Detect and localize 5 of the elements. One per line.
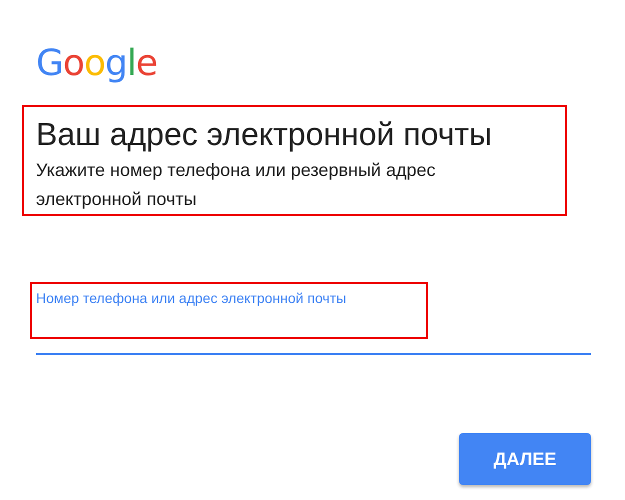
next-button[interactable]: ДАЛЕЕ <box>459 433 591 485</box>
google-logo: Google <box>36 44 157 84</box>
page-heading: Ваш адрес электронной почты <box>36 115 494 154</box>
subtitle-text: Укажите номер телефона или резервный адрес электронной почты <box>36 159 436 211</box>
input-field[interactable]: Номер телефона или адрес электронной почты <box>36 289 591 355</box>
